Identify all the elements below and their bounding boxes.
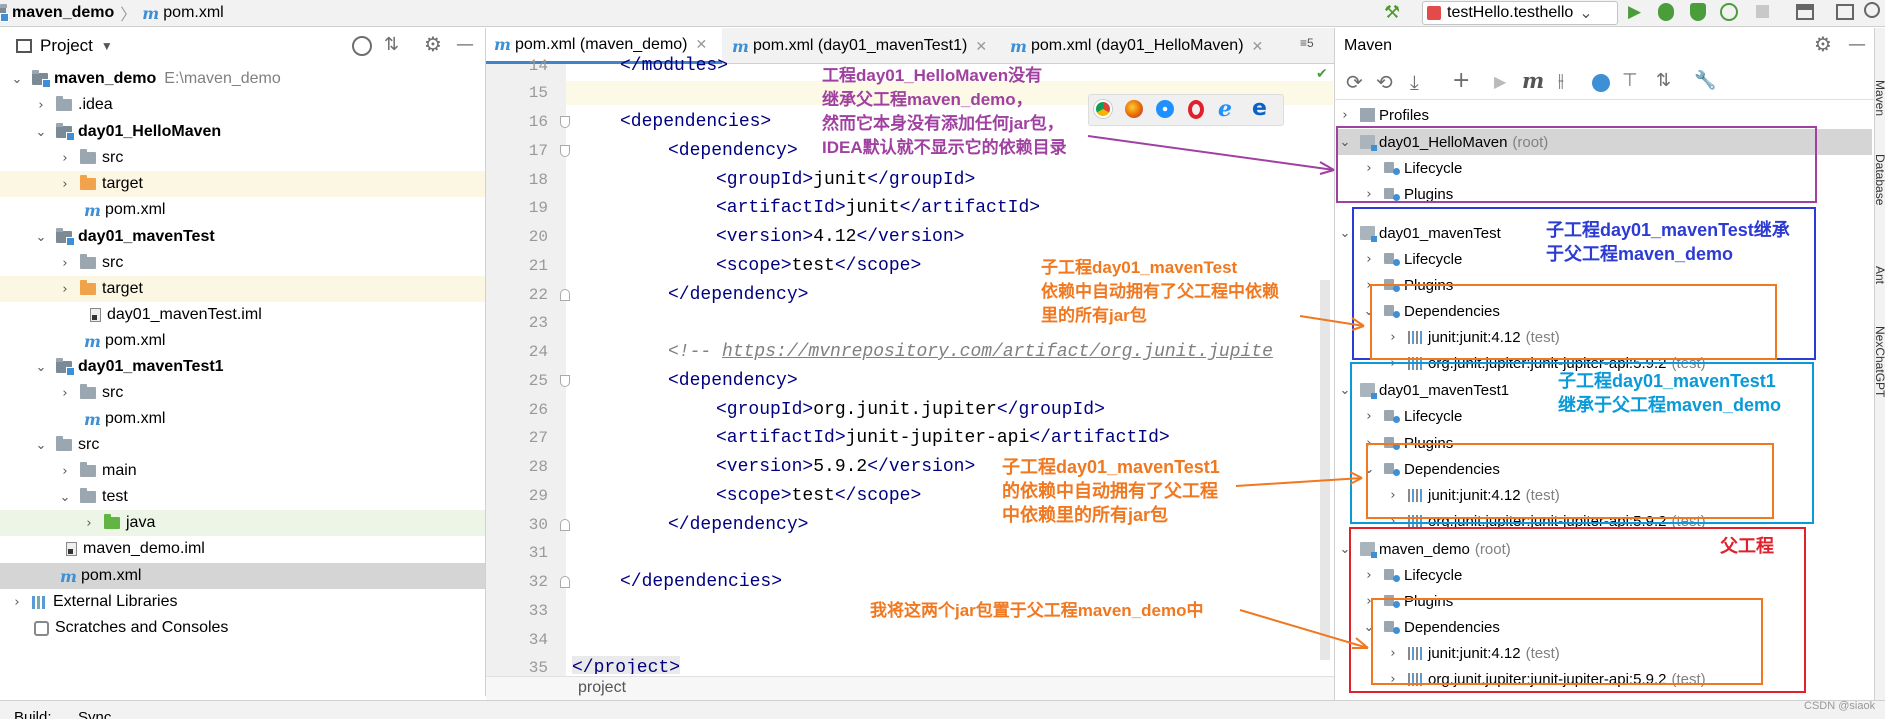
arrow-mt1 (1235, 471, 1363, 487)
arrow-mt (1299, 315, 1365, 331)
arrow-demo (1239, 609, 1369, 649)
annotation-arrows (1087, 135, 1369, 649)
ide-window: maven_demo 〉 m pom.xml ⚒ testHello.testh… (0, 0, 1885, 719)
arrow-hello (1087, 135, 1335, 175)
